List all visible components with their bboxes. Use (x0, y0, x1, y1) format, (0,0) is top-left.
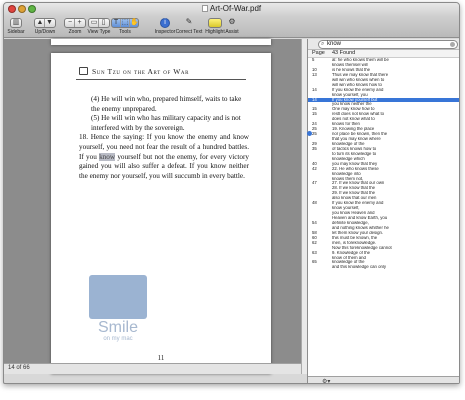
search-query: know (327, 41, 342, 47)
status-bar: 14 of 66 (4, 363, 301, 374)
sidebar-footer: ⚙▾ (308, 376, 459, 383)
zoom-in-icon[interactable]: + (75, 19, 84, 27)
emblem-icon (79, 67, 88, 75)
column-page[interactable]: Page (312, 50, 325, 57)
inspector-tool[interactable]: i Inspector (154, 18, 176, 35)
pdf-file-icon (201, 5, 208, 12)
highlight-tool[interactable]: Highlight (204, 18, 226, 35)
page-indicator: 14 of 66 (8, 365, 30, 371)
zoom-out-icon[interactable]: − (66, 19, 75, 27)
column-found[interactable]: 43 Found (332, 50, 355, 57)
tools-tool[interactable]: T ⬚ ✋ Tools (111, 18, 139, 35)
correct-text-tool[interactable]: ✎ Correct Text (174, 18, 204, 36)
pdf-page[interactable]: Sun Tzu on the Art of War (4) He will wi… (51, 53, 271, 374)
watermark-title: Smile (97, 319, 138, 336)
move-tool-icon[interactable]: ✋ (130, 19, 139, 27)
search-highlight[interactable]: know (99, 152, 116, 161)
rule-5: (5) He will win who has military capacit… (91, 114, 241, 132)
smile-logo-icon (89, 275, 147, 319)
head-rule (76, 79, 246, 80)
correct-text-label: Correct Text (175, 29, 203, 35)
page-up-icon[interactable]: ▲ (36, 19, 45, 27)
watermark-subtitle: on my mac (103, 336, 133, 342)
pdf-body-text[interactable]: (4) He will win who, prepared himself, w… (79, 95, 249, 191)
page-down-icon[interactable]: ▼ (45, 19, 54, 27)
single-page-icon[interactable]: ▭ (90, 19, 99, 27)
preview-window: Art-Of-War.pdf ▥ Sidebar ▲ ▼ Up/Down − + Z… (3, 2, 460, 384)
clear-search-icon[interactable] (450, 42, 455, 47)
search-icon: ⌕ (321, 41, 325, 47)
running-head-text: Sun Tzu on the Art of War (92, 67, 190, 76)
pdf-view[interactable]: Sun Tzu on the Art of War (4) He will wi… (4, 39, 301, 374)
select-tool-icon[interactable]: ⬚ (121, 19, 130, 27)
zoom-label: Zoom (68, 29, 82, 35)
highlighter-icon[interactable] (208, 18, 222, 28)
result-text: and this knowledge can only (332, 265, 386, 270)
text-tool-icon[interactable]: T (112, 19, 121, 27)
correct-text-icon[interactable]: ✎ (184, 18, 194, 28)
assist-icon[interactable]: ⚙ (227, 18, 237, 28)
tools-label: Tools (119, 29, 131, 35)
rule-4: (4) He will win who, prepared himself, w… (91, 95, 242, 113)
info-icon[interactable]: i (160, 18, 170, 28)
two-page-icon[interactable]: ▯ (99, 19, 108, 27)
window-title: Art-Of-War.pdf (4, 4, 459, 13)
updown-tool[interactable]: ▲ ▼ Up/Down (31, 18, 59, 35)
updown-label: Up/Down (34, 29, 56, 35)
results-header: Page 43 Found (308, 50, 459, 58)
previous-page-edge (51, 39, 271, 45)
highlight-label: Highlight (205, 29, 225, 35)
current-result-marker (307, 131, 312, 136)
window-title-text: Art-Of-War.pdf (209, 4, 262, 13)
running-head: Sun Tzu on the Art of War (79, 67, 189, 76)
viewtype-tool[interactable]: ▭ ▯ View Type (86, 18, 112, 35)
page-number: 11 (157, 354, 165, 362)
gear-menu-icon[interactable]: ⚙▾ (322, 378, 330, 383)
assist-tool[interactable]: ⚙ Assist (224, 18, 240, 36)
title-bar: Art-Of-War.pdf (4, 3, 459, 16)
sidebar-icon[interactable]: ▥ (10, 18, 22, 28)
search-sidebar: ⌕ know Page 43 Found 5 al: he who knows t… (307, 39, 459, 383)
viewtype-label: View Type (87, 29, 111, 35)
search-row: ⌕ know (308, 39, 459, 50)
paragraph-18: 18. Hence the saying: If you know the en… (79, 133, 249, 181)
result-row[interactable]: and this knowledge can only (308, 265, 459, 270)
search-input[interactable]: ⌕ know (318, 40, 458, 49)
assist-label: Assist (225, 29, 239, 35)
zoom-tool[interactable]: − + Zoom (62, 18, 88, 35)
inspector-label: Inspector (154, 29, 176, 35)
toolbar: ▥ Sidebar ▲ ▼ Up/Down − + Zoom ▭ ▯ View Typ… (4, 16, 459, 38)
sidebar-tool[interactable]: ▥ Sidebar (7, 18, 25, 35)
results-list: 5 al: he who knows them will be knows them… (308, 58, 459, 270)
smile-watermark: Smile on my mac (88, 275, 148, 342)
sidebar-label: Sidebar (7, 29, 25, 35)
